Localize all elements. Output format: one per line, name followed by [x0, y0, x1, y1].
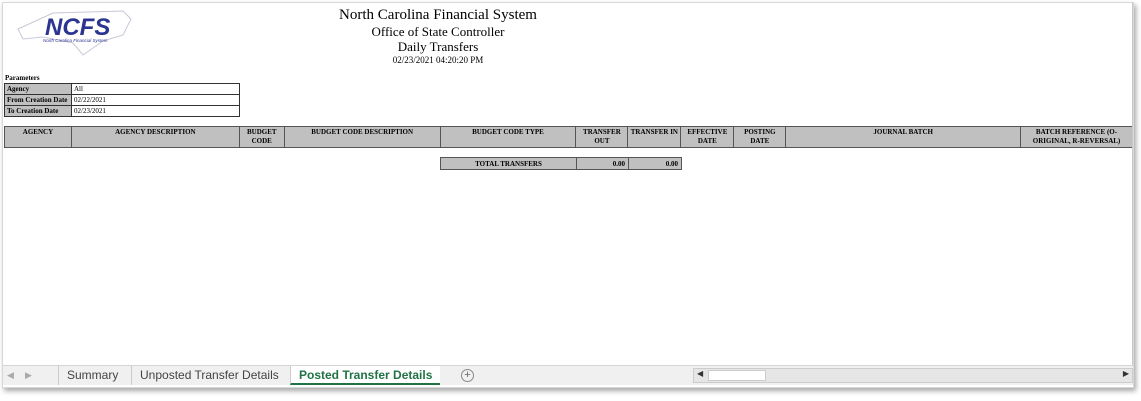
report-timestamp: 02/23/2021 04:20:20 PM: [392, 55, 484, 65]
col-budget-code-description[interactable]: BUDGET CODE DESCRIPTION: [283, 126, 441, 148]
tab-posted-transfer-details[interactable]: Posted Transfer Details: [290, 366, 441, 385]
param-row: Agency All: [4, 83, 240, 95]
total-transfer-in[interactable]: 0.00: [628, 157, 682, 170]
param-key: From Creation Date: [4, 94, 72, 106]
col-budget-code-type[interactable]: BUDGET CODE TYPE: [439, 126, 577, 148]
col-effective-date[interactable]: EFFECTIVE DATE: [680, 126, 735, 148]
param-value[interactable]: All: [71, 83, 240, 95]
parameters-table: Agency All From Creation Date 02/22/2021 T…: [4, 83, 240, 117]
svg-text:NCFS: NCFS: [45, 14, 110, 41]
transfers-header-table: AGENCY AGENCY DESCRIPTION BUDGET CODE BU…: [4, 126, 1133, 148]
office-title: Office of State Controller: [371, 24, 505, 39]
col-agency[interactable]: AGENCY: [4, 126, 72, 148]
spreadsheet-window: NCFS North Carolina Financial System Nor…: [2, 2, 1134, 388]
ncfs-logo: NCFS North Carolina Financial System: [17, 10, 132, 56]
parameters-label: Parameters: [5, 74, 40, 82]
param-value[interactable]: 02/23/2021: [71, 105, 240, 117]
tab-unposted-transfer-details[interactable]: Unposted Transfer Details: [131, 366, 287, 385]
param-row: To Creation Date 02/23/2021: [4, 105, 240, 117]
totals-table: TOTAL TRANSFERS 0.00 0.00: [440, 157, 682, 170]
total-transfers-label: TOTAL TRANSFERS: [440, 157, 577, 170]
prev-sheet-icon[interactable]: ◀: [7, 370, 14, 381]
vertical-scrollbar[interactable]: [1132, 3, 1133, 365]
scroll-left-icon[interactable]: ◀: [697, 369, 703, 378]
svg-text:North Carolina Financial Syste: North Carolina Financial System: [43, 38, 108, 43]
next-sheet-icon[interactable]: ▶: [25, 370, 32, 381]
param-key: To Creation Date: [4, 105, 72, 117]
system-title: North Carolina Financial System: [339, 7, 537, 23]
param-row: From Creation Date 02/22/2021: [4, 94, 240, 106]
sheet-tab-bar: ◀ ▶ Summary Unposted Transfer Details Po…: [3, 365, 1133, 385]
col-transfer-in[interactable]: TRANSFER IN: [627, 126, 682, 148]
total-transfer-out[interactable]: 0.00: [576, 157, 629, 170]
col-transfer-out[interactable]: TRANSFER OUT: [575, 126, 629, 148]
col-budget-code[interactable]: BUDGET CODE: [238, 126, 285, 148]
add-sheet-icon[interactable]: +: [461, 369, 474, 382]
col-batch-reference[interactable]: BATCH REFERENCE (O-ORIGINAL, R-REVERSAL): [1020, 126, 1133, 148]
report-title: Daily Transfers: [397, 39, 479, 54]
scroll-right-icon[interactable]: ▶: [1123, 369, 1129, 378]
col-posting-date[interactable]: POSTING DATE: [733, 126, 787, 148]
horizontal-scrollbar[interactable]: ◀ ▶: [693, 368, 1133, 383]
col-agency-description[interactable]: AGENCY DESCRIPTION: [70, 126, 240, 148]
tab-summary[interactable]: Summary: [58, 366, 126, 385]
scroll-thumb[interactable]: [708, 370, 766, 381]
param-value[interactable]: 02/22/2021: [71, 94, 240, 106]
col-journal-batch[interactable]: JOURNAL BATCH: [785, 126, 1022, 148]
param-key: Agency: [4, 83, 72, 95]
